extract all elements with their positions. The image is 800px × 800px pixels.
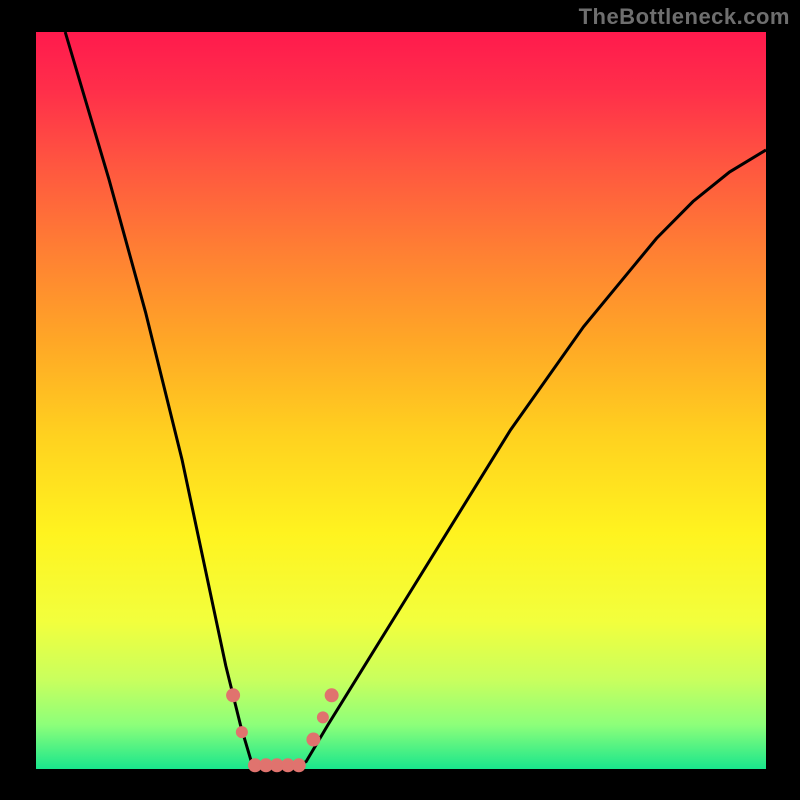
watermark-text: TheBottleneck.com <box>579 4 790 30</box>
chart-container: TheBottleneck.com <box>0 0 800 800</box>
data-marker <box>292 758 306 772</box>
data-marker <box>236 726 248 738</box>
plot-background <box>36 32 766 769</box>
data-marker <box>325 688 339 702</box>
data-marker <box>226 688 240 702</box>
bottleneck-chart <box>0 0 800 800</box>
data-marker <box>306 733 320 747</box>
data-marker <box>317 711 329 723</box>
